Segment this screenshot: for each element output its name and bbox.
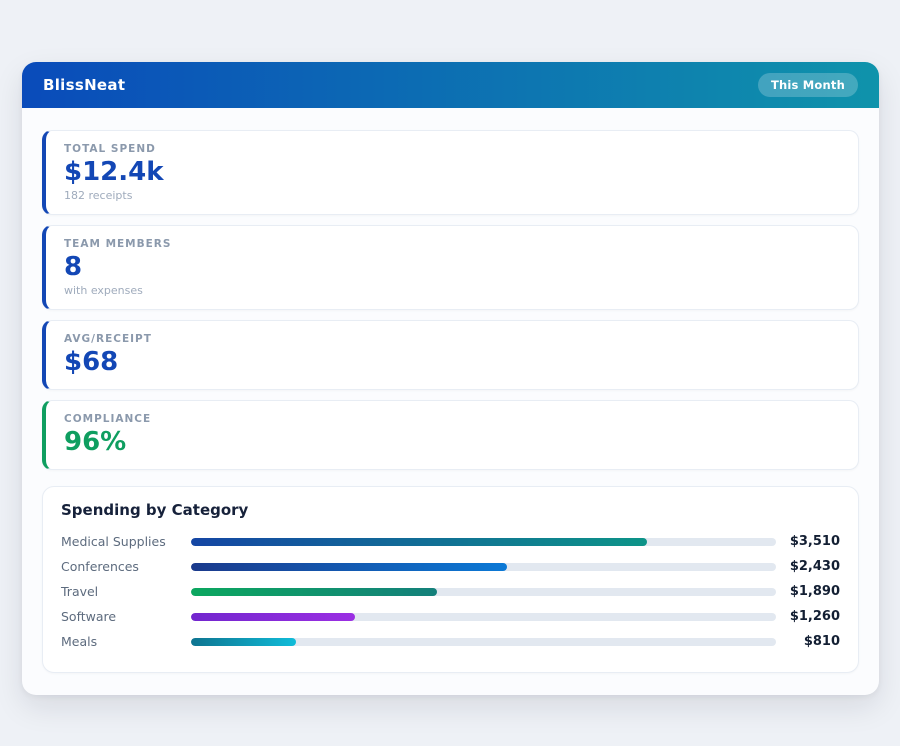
stat-value: $68 — [64, 347, 840, 378]
bar-track — [191, 613, 776, 621]
stat-label: TEAM MEMBERS — [64, 237, 840, 252]
stats-list: TOTAL SPEND$12.4k182 receipts TEAM MEMBER… — [42, 130, 859, 470]
stat-value: 8 — [64, 252, 840, 283]
chart-row-conferences: Conferences $2,430 — [61, 554, 840, 579]
stat-value: $12.4k — [64, 157, 840, 188]
bar-track — [191, 638, 776, 646]
category-value: $2,430 — [786, 559, 840, 574]
stat-card-avg-receipt: AVG/RECEIPT$68 — [42, 320, 859, 390]
chart-row-software: Software $1,260 — [61, 604, 840, 629]
dashboard-card: BlissNeat This Month TOTAL SPEND$12.4k18… — [22, 62, 879, 695]
stat-card-team-members: TEAM MEMBERS8with expenses — [42, 225, 859, 310]
spending-chart-card: Spending by Category Medical Supplies $3,… — [42, 486, 859, 673]
category-value: $1,260 — [786, 609, 840, 624]
stat-value: 96% — [64, 427, 840, 458]
bar-fill — [191, 538, 647, 546]
chart-rows: Medical Supplies $3,510 Conferences $2,430 T… — [61, 529, 840, 654]
chart-row-travel: Travel $1,890 — [61, 579, 840, 604]
stat-label: COMPLIANCE — [64, 412, 840, 427]
bar-track — [191, 588, 776, 596]
chart-row-medical-supplies: Medical Supplies $3,510 — [61, 529, 840, 554]
app-header: BlissNeat This Month — [22, 62, 879, 108]
bar-fill — [191, 638, 296, 646]
bar-fill — [191, 613, 355, 621]
bar-track — [191, 538, 776, 546]
category-label: Software — [61, 609, 181, 624]
bar-track — [191, 563, 776, 571]
bar-fill — [191, 563, 507, 571]
stat-subtext: with expenses — [64, 283, 840, 298]
stat-card-compliance: COMPLIANCE96% — [42, 400, 859, 470]
app-title: BlissNeat — [43, 76, 125, 94]
category-label: Meals — [61, 634, 181, 649]
chart-row-meals: Meals $810 — [61, 629, 840, 654]
period-badge[interactable]: This Month — [758, 73, 858, 97]
chart-title: Spending by Category — [61, 501, 840, 520]
bar-fill — [191, 588, 437, 596]
stat-subtext: 182 receipts — [64, 188, 840, 203]
app-body: TOTAL SPEND$12.4k182 receipts TEAM MEMBER… — [22, 108, 879, 695]
stat-label: AVG/RECEIPT — [64, 332, 840, 347]
category-value: $3,510 — [786, 534, 840, 549]
category-value: $810 — [786, 634, 840, 649]
stat-card-total-spend: TOTAL SPEND$12.4k182 receipts — [42, 130, 859, 215]
category-label: Travel — [61, 584, 181, 599]
category-value: $1,890 — [786, 584, 840, 599]
category-label: Medical Supplies — [61, 534, 181, 549]
category-label: Conferences — [61, 559, 181, 574]
stat-label: TOTAL SPEND — [64, 142, 840, 157]
